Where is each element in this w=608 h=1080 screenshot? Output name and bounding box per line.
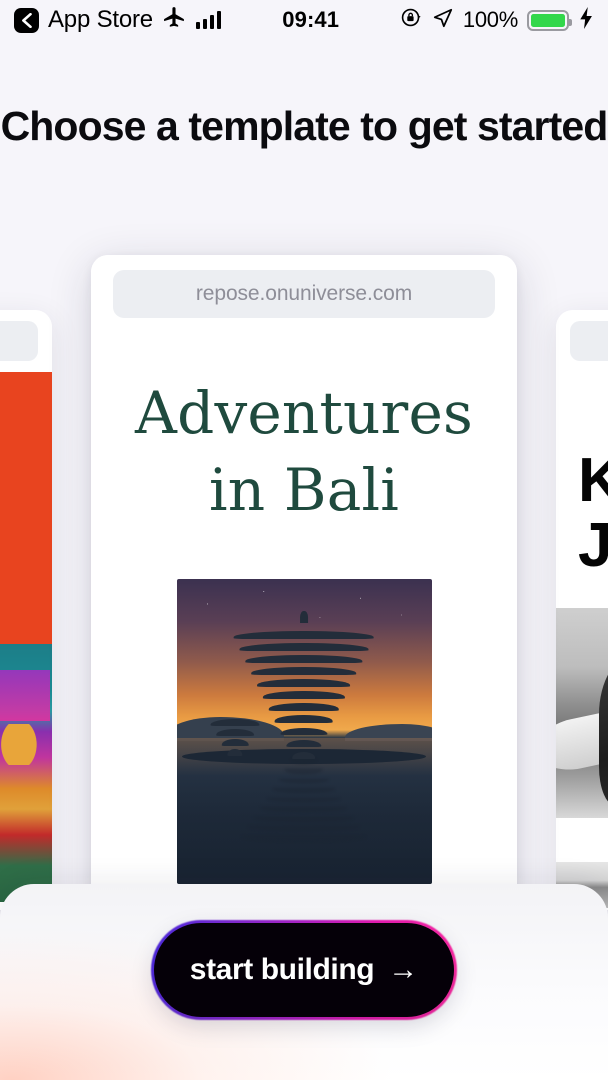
temple-reflection [233, 759, 376, 851]
template-card-center[interactable]: repose.onuniverse.com Adventures in Bali [91, 255, 517, 915]
right-card-title: K J [578, 446, 608, 581]
url-bar[interactable]: repose.onuniverse.com [113, 270, 495, 318]
street-food-market-image [0, 644, 52, 902]
surfer-image [556, 608, 608, 819]
template-site-title: Adventures in Bali [135, 379, 473, 525]
location-arrow-icon [432, 7, 454, 34]
url-pill-left [0, 321, 38, 361]
browser-bar-right [556, 310, 608, 372]
left-card-photo [0, 644, 52, 902]
battery-percent-label: 100% [462, 7, 518, 32]
status-bar-left: App Store [14, 5, 222, 35]
start-building-button[interactable]: start building → [154, 923, 454, 1017]
template-hero-image [176, 579, 432, 885]
main-pagoda [233, 610, 376, 760]
airplane-mode-icon [162, 5, 187, 35]
status-bar-right: 100% [400, 6, 594, 34]
template-card-left[interactable] [0, 310, 52, 910]
cellular-signal-icon [195, 11, 222, 29]
left-card-accent-block [0, 372, 52, 644]
template-card-right[interactable]: K J [556, 310, 608, 910]
battery-full-icon [527, 9, 572, 31]
browser-bar-left [0, 310, 52, 372]
charging-bolt-icon [578, 6, 594, 34]
bali-temple-sunset-image [176, 579, 432, 885]
app-root: App Store 09:41 100% Choose a template t… [0, 0, 608, 1080]
status-bar-back-label[interactable]: App Store [48, 8, 153, 32]
arrow-right-icon: → [388, 953, 419, 986]
status-bar-center: 09:41 [221, 9, 399, 31]
bottom-sheet: start building → [0, 884, 608, 1080]
status-bar-clock: 09:41 [282, 7, 340, 32]
status-bar: App Store 09:41 100% [0, 0, 608, 40]
right-card-photo [556, 608, 608, 819]
browser-bar-center: repose.onuniverse.com [91, 255, 517, 333]
url-pill-right [570, 321, 608, 361]
page-title: Choose a template to get started [0, 103, 608, 149]
rotation-lock-icon [400, 6, 423, 34]
chevron-left-icon[interactable] [14, 7, 39, 33]
start-building-label: start building [189, 953, 375, 986]
cta-container: start building → [0, 884, 608, 1080]
